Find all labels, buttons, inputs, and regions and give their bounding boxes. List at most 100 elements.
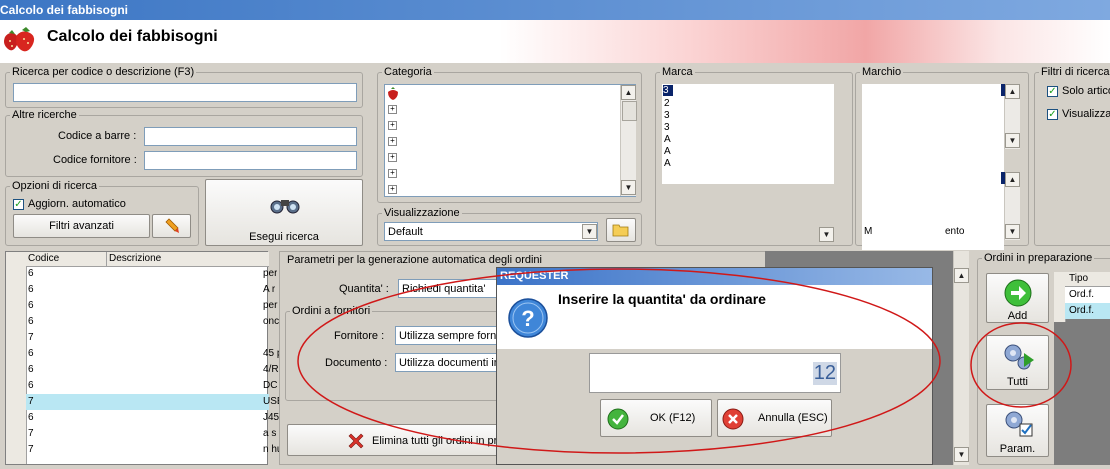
cell-description: a s bbox=[263, 428, 277, 439]
pencil-icon bbox=[164, 218, 179, 233]
params-button[interactable]: Param. bbox=[986, 404, 1049, 457]
only-articles-checkbox[interactable]: ✓ bbox=[1047, 86, 1058, 97]
cell-code: 7 bbox=[28, 444, 34, 455]
cell-code: 6 bbox=[28, 284, 34, 295]
quantity-select[interactable]: Richiedi quantita' bbox=[398, 279, 498, 298]
brandmark-scrollbar[interactable]: ▲ ▼ bbox=[1001, 84, 1020, 149]
delete-all-orders-label: Elimina tutti gli ordini in pre bbox=[372, 435, 499, 447]
list-item[interactable]: 3 bbox=[664, 122, 670, 133]
scroll-down-icon[interactable]: ▼ bbox=[954, 447, 969, 462]
grid-body: 6 per 6 A r 6 per c 6 onc 7 6 45 p 6 4/R 6 DC 7… bbox=[26, 266, 285, 464]
scroll-up-icon[interactable]: ▲ bbox=[954, 268, 969, 283]
chevron-down-icon[interactable]: ▼ bbox=[819, 227, 834, 242]
table-row[interactable]: 6 J45 bbox=[26, 410, 279, 426]
brandmark-scrollbar-2[interactable]: ▲ ▼ bbox=[1001, 172, 1020, 240]
ok-button[interactable]: OK (F12) bbox=[600, 399, 712, 437]
show-checkbox[interactable]: ✓ bbox=[1047, 109, 1058, 120]
question-icon: ? bbox=[508, 298, 548, 338]
orders-table[interactable]: Tipo Ord.f. Ord.f. bbox=[1054, 272, 1110, 465]
filter-edit-button[interactable] bbox=[152, 214, 191, 238]
scroll-up-icon[interactable]: ▲ bbox=[1005, 84, 1020, 99]
search-input[interactable] bbox=[13, 83, 357, 102]
table-row[interactable]: 6 onc bbox=[26, 314, 279, 330]
supplier-code-label: Codice fornitore : bbox=[53, 154, 137, 166]
table-row[interactable]: 6 4/R bbox=[26, 362, 279, 378]
supplier-orders-legend: Ordini a fornitori bbox=[292, 305, 371, 317]
column-header-description[interactable]: Descrizione bbox=[109, 253, 161, 264]
requester-message-area: ? Inserire la quantita' da ordinare bbox=[497, 285, 932, 349]
svg-text:?: ? bbox=[521, 306, 534, 331]
list-item[interactable]: 3 bbox=[664, 110, 670, 121]
table-row[interactable]: 6 DC bbox=[26, 378, 277, 394]
table-row-selected[interactable]: Ord.f. bbox=[1065, 303, 1110, 319]
column-header-code[interactable]: Codice bbox=[28, 253, 59, 264]
list-item[interactable]: 2 bbox=[664, 98, 670, 109]
table-row[interactable]: 7 a s bbox=[26, 426, 276, 442]
ok-button-label: OK (F12) bbox=[650, 412, 696, 424]
tree-expand-icon[interactable]: + bbox=[388, 153, 397, 162]
cell-description: A r bbox=[263, 284, 276, 295]
tree-expand-icon[interactable]: + bbox=[388, 169, 397, 178]
barcode-label: Codice a barre : bbox=[58, 130, 137, 142]
orders-in-preparation-legend: Ordini in preparazione bbox=[984, 252, 1093, 264]
requester-prompt: Inserire la quantita' da ordinare bbox=[558, 291, 766, 307]
scroll-down-icon[interactable]: ▼ bbox=[1005, 133, 1020, 148]
scroll-down-icon[interactable]: ▼ bbox=[1005, 224, 1020, 239]
table-row[interactable]: Ord.f. bbox=[1065, 287, 1110, 303]
column-divider bbox=[106, 252, 107, 266]
articles-grid[interactable]: Codice Descrizione 6 per 6 A r 6 per c 6 onc… bbox=[5, 251, 285, 465]
table-row[interactable]: 6 per c bbox=[26, 298, 285, 314]
list-item[interactable]: A bbox=[664, 146, 671, 157]
all-orders-button[interactable]: Tutti bbox=[986, 335, 1049, 390]
cell-code: 7 bbox=[28, 332, 34, 343]
green-arrow-icon bbox=[1004, 279, 1032, 307]
document-select-value: Utilizza documenti in bbox=[399, 357, 500, 369]
cell-code: 6 bbox=[28, 364, 34, 375]
table-row[interactable]: 6 45 p bbox=[26, 346, 282, 362]
cancel-button[interactable]: Annulla (ESC) bbox=[717, 399, 832, 437]
cell-type: Ord.f. bbox=[1069, 289, 1095, 300]
tree-expand-icon[interactable]: + bbox=[388, 185, 397, 194]
tree-expand-icon[interactable]: + bbox=[388, 121, 397, 130]
scroll-thumb[interactable] bbox=[622, 101, 637, 121]
table-row[interactable]: 6 A r bbox=[26, 282, 275, 298]
document-select[interactable]: Utilizza documenti in bbox=[395, 353, 500, 372]
main-vertical-scrollbar[interactable]: ▲ ▼ bbox=[953, 251, 969, 465]
page-title: Calcolo dei fabbisogni bbox=[47, 28, 218, 45]
orders-table-header[interactable]: Tipo bbox=[1065, 272, 1110, 287]
tree-expand-icon[interactable]: + bbox=[388, 105, 397, 114]
table-row[interactable]: 7n hu bbox=[26, 442, 282, 458]
chevron-down-icon[interactable]: ▼ bbox=[582, 224, 597, 239]
scroll-up-icon[interactable]: ▲ bbox=[1005, 172, 1020, 187]
supplier-select[interactable]: Utilizza sempre forni bbox=[395, 326, 500, 345]
brand-list[interactable]: 3 2 3 3 A A A bbox=[662, 84, 834, 184]
quantity-value-input[interactable]: 12 bbox=[589, 353, 841, 393]
execute-search-button[interactable]: Esegui ricerca bbox=[205, 179, 363, 246]
delete-all-orders-button[interactable]: Elimina tutti gli ordini in pre bbox=[287, 424, 499, 456]
list-item[interactable]: A bbox=[664, 134, 671, 145]
gears-check-icon bbox=[1005, 411, 1033, 437]
add-order-button[interactable]: Add bbox=[986, 273, 1049, 323]
supplier-select-value: Utilizza sempre forni bbox=[399, 330, 499, 342]
auto-update-checkbox[interactable]: ✓ bbox=[13, 199, 24, 210]
red-x-icon bbox=[348, 433, 364, 449]
category-scrollbar[interactable]: ▲ ▼ bbox=[620, 85, 637, 196]
scroll-up-icon[interactable]: ▲ bbox=[621, 85, 636, 100]
barcode-input[interactable] bbox=[144, 127, 357, 146]
table-row[interactable]: 6 per bbox=[26, 266, 277, 282]
list-item[interactable]: 3 bbox=[663, 85, 673, 96]
window-titlebar: Calcolo dei fabbisogni bbox=[0, 0, 1110, 20]
table-row[interactable]: 7 bbox=[26, 330, 269, 346]
scroll-down-icon[interactable]: ▼ bbox=[621, 180, 636, 195]
view-select[interactable]: Default ▼ bbox=[384, 222, 598, 241]
tree-expand-icon[interactable]: + bbox=[388, 137, 397, 146]
advanced-filters-button[interactable]: Filtri avanzati bbox=[13, 214, 150, 238]
supplier-code-input[interactable] bbox=[144, 151, 357, 170]
cancel-button-label: Annulla (ESC) bbox=[758, 412, 828, 424]
search-legend: Ricerca per codice o descrizione (F3) bbox=[12, 66, 195, 78]
category-tree[interactable]: + + + + + + ▲ ▼ bbox=[384, 84, 637, 197]
list-item[interactable]: A bbox=[664, 158, 671, 169]
table-row-selected[interactable]: 7 USE bbox=[26, 394, 284, 410]
cell-description: onc bbox=[263, 316, 280, 327]
open-folder-button[interactable] bbox=[606, 218, 636, 242]
